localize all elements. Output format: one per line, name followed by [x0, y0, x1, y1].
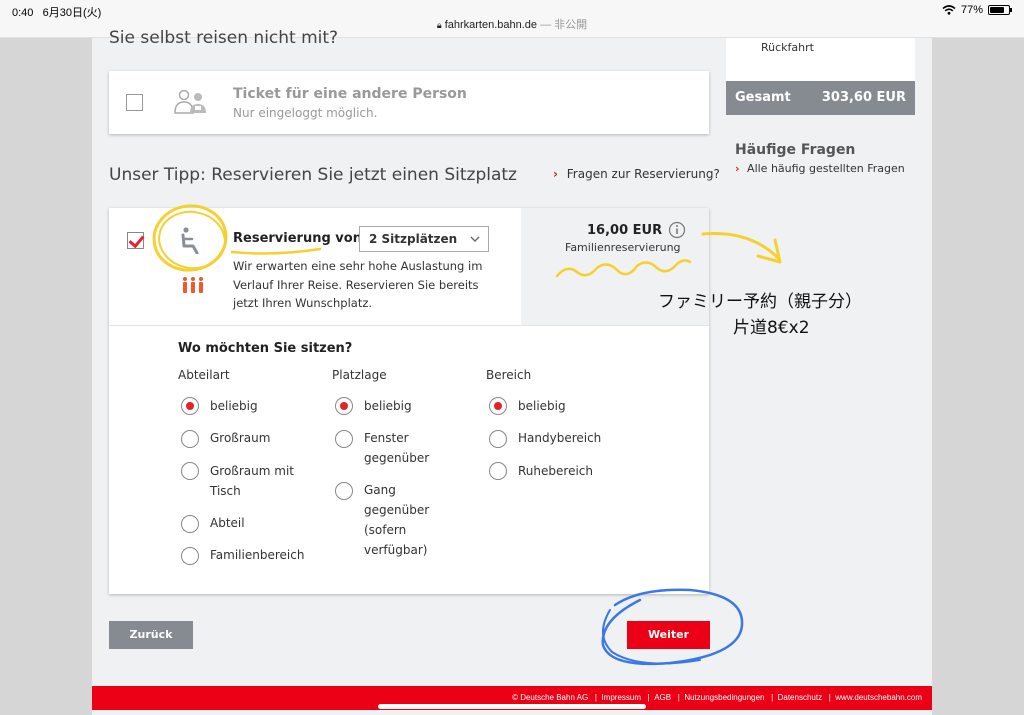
info-icon[interactable]	[668, 221, 686, 239]
next-button[interactable]: Weiter	[627, 621, 710, 649]
chevron-down-icon	[470, 236, 480, 242]
footer-link-nutzungsbedingungen[interactable]: Nutzungsbedingungen	[684, 693, 764, 702]
reservation-price: 16,00 EUR	[587, 223, 663, 238]
label-bereich-handybereich: Handybereich	[518, 431, 602, 445]
reservation-faq-text: Fragen zur Reservierung?	[566, 167, 720, 181]
footer-link-website[interactable]: www.deutschebahn.com	[835, 693, 922, 702]
divider	[109, 325, 709, 326]
annotation-line-2: 片道8€x2	[733, 318, 810, 338]
battery-percent: 77%	[960, 4, 983, 16]
home-indicator[interactable]	[378, 704, 646, 709]
url-suffix: — 非公開	[540, 19, 588, 31]
summary-box: Rückfahrt	[726, 38, 915, 81]
radio-platzlage-gang[interactable]	[335, 482, 353, 500]
label-bereich-ruhebereich: Ruhebereich	[518, 464, 593, 478]
other-person-checkbox[interactable]	[126, 94, 143, 111]
radio-abteilart-abteil[interactable]	[181, 515, 199, 533]
faq-all-link[interactable]: › Alle häufig gestellten Fragen	[735, 162, 905, 175]
footer-copyright: © Deutsche Bahn AG	[512, 693, 589, 702]
radio-abteilart-grossraum[interactable]	[181, 430, 199, 448]
radio-bereich-handybereich[interactable]	[489, 430, 507, 448]
reservation-checkbox[interactable]	[127, 232, 144, 249]
col-heading-platzlage: Platzlage	[332, 368, 387, 382]
desc-line-1: Wir erwarten eine sehr hohe Auslastung i…	[233, 259, 483, 273]
label-platzlage-gang: Gang gegenüber (sofern verfügbar)	[364, 483, 430, 557]
label-abteilart-familienbereich: Familienbereich	[210, 548, 305, 562]
back-button[interactable]: Zurück	[109, 621, 193, 649]
col-heading-abteilart: Abteilart	[178, 368, 230, 382]
other-person-card: Ticket für eine andere Person Nur eingel…	[109, 71, 709, 134]
chevron-right-icon: ›	[553, 167, 558, 181]
faq-title: Häufige Fragen	[735, 142, 856, 158]
reservation-label: Reservierung von	[233, 231, 362, 246]
section-heading-other-person: Sie selbst reisen nicht mit?	[109, 28, 339, 48]
return-trip-label: Rückfahrt	[761, 41, 814, 54]
total-label: Gesamt	[735, 90, 791, 105]
desc-line-2: Verlauf Ihrer Reise. Reservieren Sie ber…	[233, 277, 479, 292]
radio-platzlage-beliebig[interactable]	[335, 397, 353, 415]
reservation-faq-link[interactable]: › Fragen zur Reservierung?	[553, 167, 720, 181]
status-icons: 77%	[942, 4, 1012, 16]
other-person-subtitle: Nur eingeloggt möglich.	[233, 106, 378, 120]
label-abteilart-grossraum: Großraum	[210, 431, 271, 445]
seat-count-select[interactable]: 2 Sitzplätzen	[359, 226, 489, 252]
radio-bereich-ruhebereich[interactable]	[489, 462, 507, 480]
url-text: fahrkarten.bahn.de	[444, 19, 538, 31]
seat-count-value: 2 Sitzplätzen	[369, 232, 458, 246]
footer-link-agb[interactable]: AGB	[654, 693, 671, 702]
seat-icon	[181, 227, 199, 254]
total-bar: Gesamt 303,60 EUR	[726, 81, 915, 115]
faq-all-link-text: Alle häufig gestellten Fragen	[747, 162, 905, 175]
family-icon	[183, 277, 203, 293]
radio-platzlage-fenster[interactable]	[335, 430, 353, 448]
seat-prefs-title: Wo möchten Sie sitzen?	[178, 341, 353, 356]
desc-line-3: jetzt Ihren Wunschplatz.	[233, 296, 373, 310]
tip-heading: Unser Tipp: Reservieren Sie jetzt einen …	[109, 165, 517, 185]
label-bereich-beliebig: beliebig	[518, 399, 566, 413]
radio-abteilart-grossraum-tisch[interactable]	[181, 462, 199, 480]
radio-abteilart-familienbereich[interactable]	[181, 547, 199, 565]
battery-icon	[988, 5, 1012, 15]
radio-abteilart-beliebig[interactable]	[181, 397, 199, 415]
radio-bereich-beliebig[interactable]	[489, 397, 507, 415]
lock-icon: 🔒︎	[436, 20, 442, 30]
two-persons-icon	[174, 89, 206, 114]
chevron-right-icon: ›	[735, 162, 740, 175]
footer-link-impressum[interactable]: Impressum	[601, 693, 641, 702]
label-platzlage-beliebig: beliebig	[364, 399, 412, 413]
total-value: 303,60 EUR	[821, 90, 906, 105]
label-abteilart-abteil: Abteil	[210, 516, 245, 530]
footer-link-datenschutz[interactable]: Datenschutz	[778, 693, 822, 702]
annotation-line-1: ファミリー予約（親子分）	[658, 292, 862, 312]
label-abteilart-beliebig: beliebig	[210, 399, 258, 413]
other-person-title: Ticket für eine andere Person	[233, 86, 467, 102]
reservation-description: Wir erwarten eine sehr hohe Auslastung i…	[233, 257, 482, 313]
label-platzlage-fenster: Fenster gegenüber	[364, 431, 430, 465]
wifi-icon	[942, 5, 956, 15]
label-abteilart-grossraum-tisch: Großraum mit Tisch	[210, 464, 294, 498]
col-heading-bereich: Bereich	[486, 368, 532, 382]
price-type: Familienreservierung	[565, 241, 681, 254]
